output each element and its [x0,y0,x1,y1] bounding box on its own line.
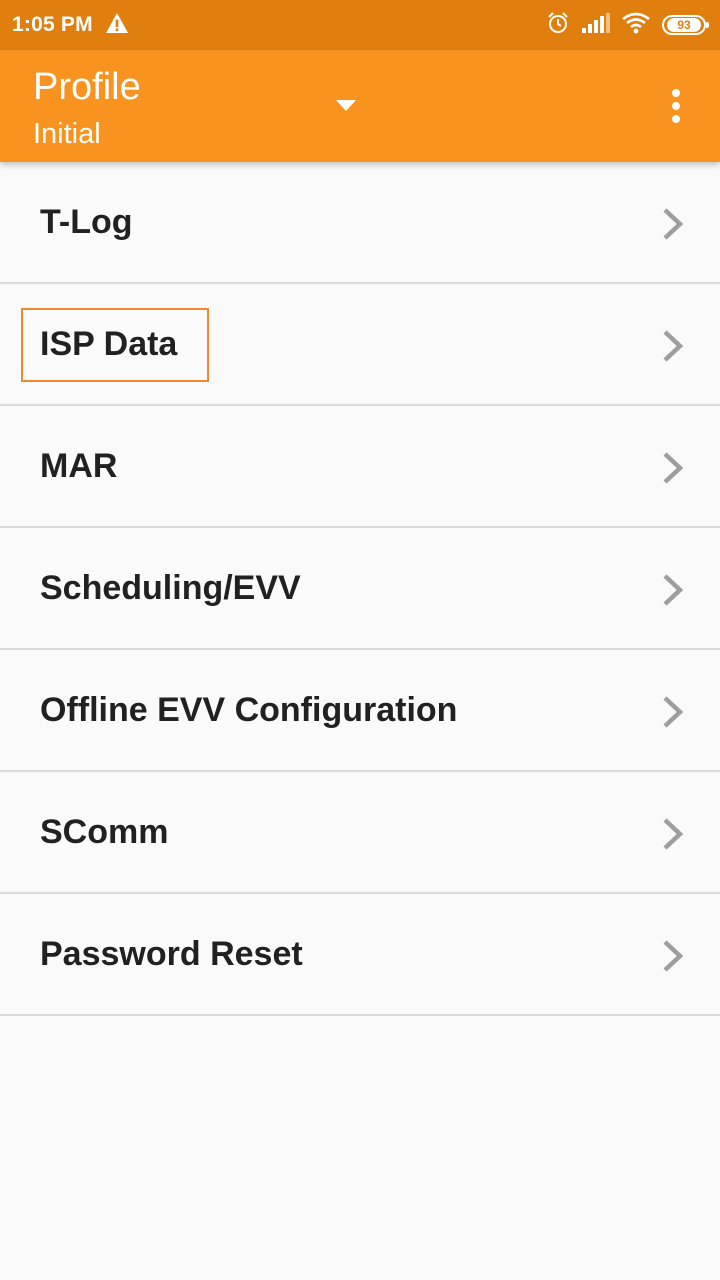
status-left: 1:05 PM [12,12,129,39]
chevron-right-icon [660,817,686,851]
warning-icon [105,12,129,39]
title-selector[interactable]: Profile Initial [33,66,141,152]
status-right: 93 [546,11,709,40]
battery-level: 93 [667,18,701,32]
alarm-icon [546,11,570,40]
status-time: 1:05 PM [12,13,93,36]
menu-item-password-reset[interactable]: Password Reset [0,894,720,1016]
overflow-menu-icon[interactable] [668,88,684,124]
menu-item-t-log[interactable]: T-Log [0,162,720,284]
menu-item-label: Scheduling/EVV [40,568,301,607]
menu-item-scheduling-evv[interactable]: Scheduling/EVV [0,528,720,650]
chevron-right-icon [660,573,686,607]
chevron-right-icon [660,939,686,973]
chevron-right-icon [660,695,686,729]
signal-icon [582,12,610,38]
menu-item-label: Offline EVV Configuration [40,690,458,729]
menu-item-label: Password Reset [40,934,303,973]
app-bar: Profile Initial [0,50,720,162]
menu-list: T-Log ISP Data MAR Scheduling/EVV Offlin… [0,162,720,1016]
menu-item-scomm[interactable]: SComm [0,772,720,894]
menu-item-label: T-Log [40,202,133,241]
wifi-icon [622,12,650,39]
menu-item-label: SComm [40,812,169,851]
chevron-right-icon [660,207,686,241]
menu-item-isp-data[interactable]: ISP Data [0,284,720,406]
page-title: Profile [33,66,141,108]
chevron-right-icon [660,329,686,363]
battery-icon: 93 [662,15,709,35]
status-bar: 1:05 PM 93 [0,0,720,50]
page-subtitle: Initial [33,118,101,150]
focus-highlight [21,308,209,382]
menu-item-mar[interactable]: MAR [0,406,720,528]
dropdown-arrow-icon[interactable] [336,99,356,111]
chevron-right-icon [660,451,686,485]
menu-item-offline-evv-configuration[interactable]: Offline EVV Configuration [0,650,720,772]
battery-nub [706,22,709,28]
menu-item-label: MAR [40,446,118,485]
